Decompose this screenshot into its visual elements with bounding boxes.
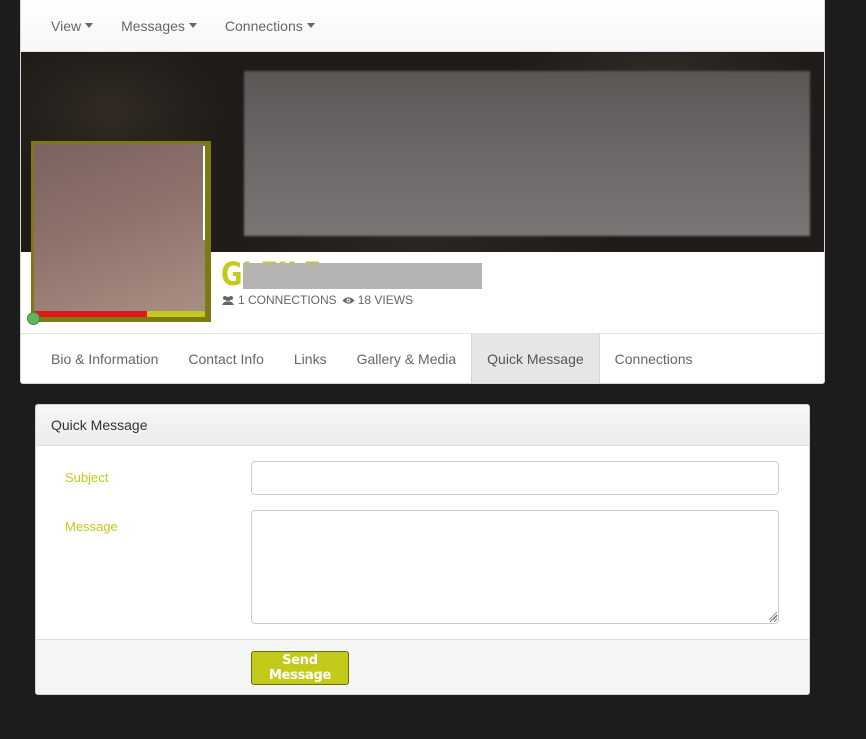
users-icon	[222, 295, 234, 305]
profile-tabs: Bio & Information Contact Info Links Gal…	[21, 333, 824, 383]
avatar-edge-highlight	[203, 146, 205, 240]
caret-down-icon	[188, 23, 197, 28]
views-stat: 18 VIEWS	[342, 293, 413, 307]
avatar[interactable]	[31, 141, 211, 322]
avatar-image	[34, 144, 205, 311]
view-dropdown[interactable]: View	[37, 18, 107, 34]
caret-down-icon	[306, 23, 315, 28]
panel-heading: Quick Message	[36, 405, 809, 446]
profile-card: View Messages Connections GI FILE	[20, 0, 825, 384]
eye-icon	[342, 296, 355, 304]
profile-completion-fill	[34, 311, 147, 317]
connections-stat[interactable]: 1 CONNECTIONS	[221, 293, 337, 307]
online-status-icon	[27, 312, 40, 325]
quick-message-panel: Quick Message Subject Message Send Messa…	[35, 404, 810, 695]
subject-label: Subject	[65, 470, 109, 485]
tab-connections[interactable]: Connections	[600, 334, 708, 383]
views-count: 18 VIEWS	[357, 293, 414, 307]
tab-quick-message[interactable]: Quick Message	[471, 334, 600, 383]
connections-count: 1 CONNECTIONS	[238, 293, 337, 307]
tab-gallery-media[interactable]: Gallery & Media	[342, 334, 472, 383]
tab-bio-information[interactable]: Bio & Information	[36, 334, 173, 383]
messages-dropdown-label: Messages	[121, 17, 185, 34]
message-textarea[interactable]	[251, 510, 779, 624]
profile-completion-bar	[34, 311, 205, 317]
view-dropdown-label: View	[51, 17, 82, 34]
messages-dropdown[interactable]: Messages	[107, 18, 211, 34]
cover-redacted-area	[244, 71, 810, 236]
connections-dropdown[interactable]: Connections	[211, 18, 329, 34]
resize-handle-icon[interactable]	[769, 612, 777, 620]
message-label: Message	[65, 519, 118, 534]
connections-dropdown-label: Connections	[224, 17, 303, 34]
send-message-button[interactable]: Send Message	[251, 651, 349, 685]
caret-down-icon	[85, 23, 94, 28]
tab-contact-info[interactable]: Contact Info	[173, 334, 279, 383]
profile-name-redaction	[243, 263, 482, 289]
profile-stats: 1 CONNECTIONS 18 VIEWS	[221, 293, 418, 307]
panel-footer: Send Message	[36, 639, 809, 694]
tab-links[interactable]: Links	[279, 334, 342, 383]
profile-top-nav: View Messages Connections	[21, 0, 824, 52]
subject-input[interactable]	[251, 461, 779, 495]
